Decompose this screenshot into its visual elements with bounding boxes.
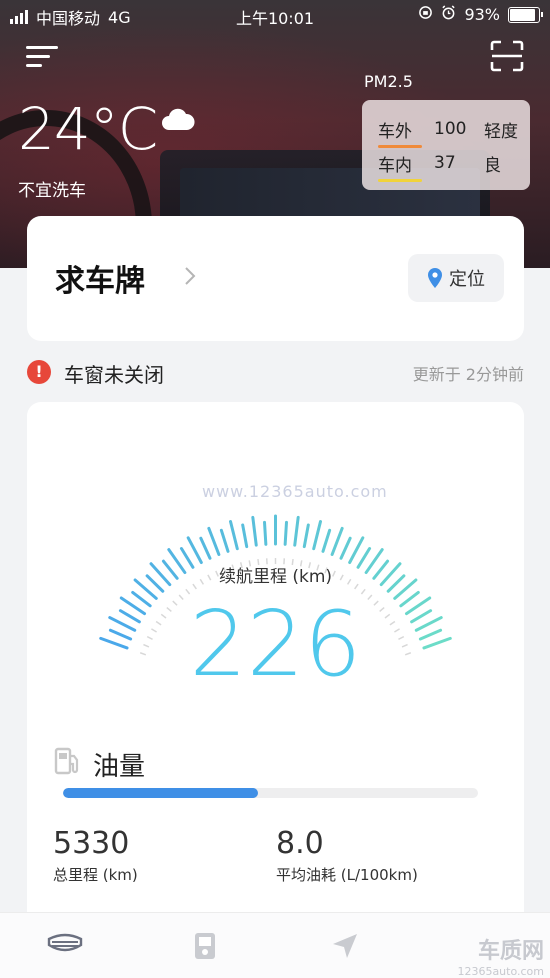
range-label: 续航里程 (km) <box>27 562 524 587</box>
aq-indicator-bar <box>378 179 422 182</box>
battery-percent: 93% <box>464 5 500 24</box>
watermark-url: 12365auto.com <box>457 965 544 978</box>
nav-car-tab[interactable] <box>45 929 85 963</box>
gauge-tick <box>188 538 201 563</box>
cloud-icon <box>160 106 196 136</box>
gauge-tick <box>221 530 228 551</box>
gauge-tick <box>350 538 363 563</box>
rotation-lock-icon <box>418 5 433 24</box>
aq-value: 37 <box>434 153 484 173</box>
fuel-bar <box>63 788 478 798</box>
air-quality-row-outside: 车外 100 轻度 <box>378 114 518 144</box>
aq-label: 车外 <box>378 122 412 142</box>
car-logo-icon <box>46 933 84 959</box>
gauge-tick <box>253 517 256 545</box>
watermark-logo: 车质网 12365auto.com <box>457 933 544 978</box>
alert-text: 车窗未关闭 <box>64 359 164 388</box>
gauge-tick <box>304 525 308 547</box>
warning-icon: ! <box>27 360 51 384</box>
plate-title[interactable]: 求车牌 <box>55 256 145 300</box>
alert-row[interactable]: ! 车窗未关闭 更新于 2分钟前 <box>27 358 524 386</box>
pm25-title: PM2.5 <box>364 72 413 91</box>
location-pin-icon <box>427 267 443 289</box>
gauge-tick <box>285 522 286 544</box>
fuel-pump-icon <box>53 746 81 780</box>
gauge-tick <box>332 528 342 554</box>
locate-button[interactable]: 定位 <box>408 254 504 302</box>
aq-level: 良 <box>484 151 501 176</box>
avg-consumption-label: 平均油耗 (L/100km) <box>276 864 418 885</box>
watermark-text: www.12365auto.com <box>202 482 388 501</box>
scan-button[interactable] <box>490 40 524 72</box>
temperature: 24°C <box>18 95 157 163</box>
fuel-bar-fill <box>63 788 258 798</box>
scan-icon <box>490 40 524 72</box>
gauge-tick <box>231 522 238 549</box>
alarm-icon <box>441 5 456 24</box>
navigation-arrow-icon <box>330 931 360 961</box>
update-time: 更新于 2分钟前 <box>413 361 524 385</box>
gauge-tick <box>209 528 219 554</box>
gauge-tick <box>314 522 321 549</box>
aq-label: 车内 <box>378 156 412 176</box>
status-bar: 中国移动 4G 上午10:01 93% <box>0 0 550 30</box>
range-card: www.12365auto.com 续航里程 (km) 226 油量 5330 … <box>27 402 524 942</box>
gauge-tick <box>265 522 266 544</box>
gauge-tick <box>323 530 330 551</box>
avg-consumption-value: 8.0 <box>276 826 324 861</box>
aq-value: 100 <box>434 119 484 139</box>
wash-advice: 不宜洗车 <box>18 176 86 201</box>
total-mileage-value: 5330 <box>53 826 129 861</box>
chevron-right-icon[interactable] <box>184 266 196 292</box>
battery-icon <box>508 7 540 23</box>
plate-card: 求车牌 定位 <box>27 216 524 341</box>
gauge-tick <box>201 538 210 558</box>
gauge-tick <box>295 517 298 545</box>
air-quality-panel: 车外 100 轻度 车内 37 良 <box>362 100 530 190</box>
fuel-label: 油量 <box>93 746 145 783</box>
watermark-brand: 车质网 <box>457 933 544 965</box>
menu-button[interactable] <box>26 44 60 70</box>
device-icon <box>193 931 217 961</box>
aq-level: 轻度 <box>484 117 518 142</box>
total-mileage-label: 总里程 (km) <box>53 864 138 885</box>
gauge-tick <box>341 538 350 558</box>
gauge-tick <box>243 525 247 547</box>
bottom-nav: 车质网 12365auto.com <box>0 912 550 978</box>
nav-device-tab[interactable] <box>185 929 225 963</box>
locate-label: 定位 <box>449 265 485 291</box>
air-quality-row-inside: 车内 37 良 <box>378 148 501 178</box>
nav-navigation-tab[interactable] <box>325 929 365 963</box>
range-value: 226 <box>27 592 524 697</box>
